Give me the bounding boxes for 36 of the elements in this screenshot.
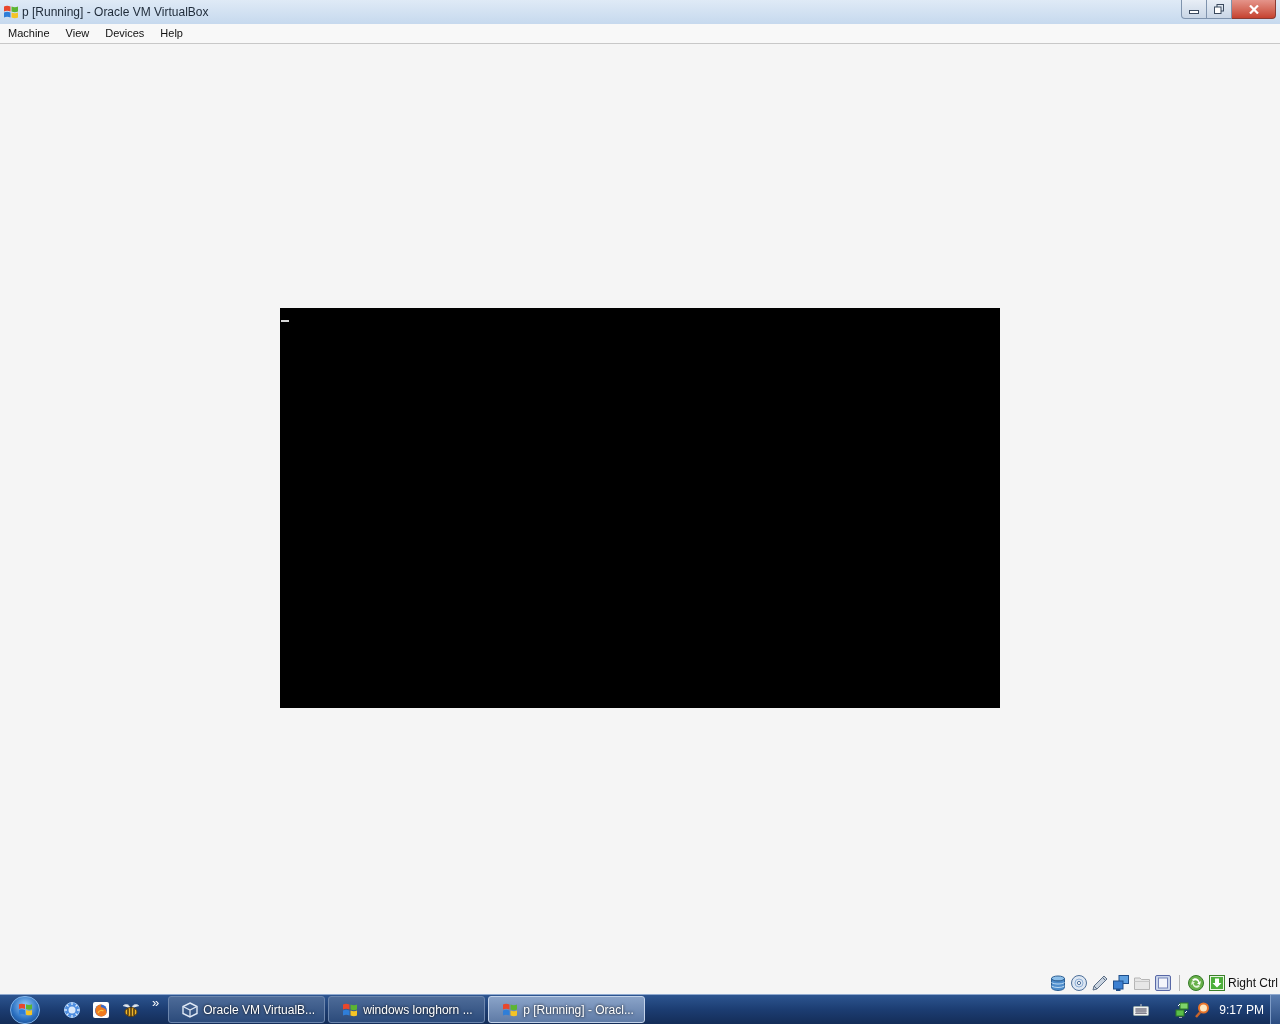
flag-icon <box>342 1001 359 1018</box>
magnifier-icon[interactable] <box>1195 1001 1210 1018</box>
network-icon[interactable] <box>1175 1001 1190 1018</box>
close-icon <box>1248 4 1259 14</box>
pencil-icon[interactable] <box>1092 975 1108 991</box>
menu-item[interactable]: Devices <box>97 24 153 43</box>
globe-icon[interactable] <box>93 1001 109 1018</box>
flag-icon <box>502 1001 519 1018</box>
taskbar-button[interactable]: windows longhorn ... <box>328 996 486 1023</box>
text-cursor <box>281 320 289 322</box>
menu-item[interactable]: View <box>57 24 98 43</box>
flag-icon <box>17 1002 33 1017</box>
menu-item[interactable]: Help <box>152 24 191 43</box>
close-button[interactable] <box>1232 0 1276 19</box>
optical-disc-icon[interactable] <box>1071 975 1087 991</box>
overflow-button[interactable]: » <box>152 996 160 1010</box>
bee-icon[interactable] <box>122 1001 140 1018</box>
restore-button[interactable] <box>1207 0 1232 19</box>
minimize-icon <box>1189 10 1199 14</box>
download-arrow-icon[interactable] <box>1209 975 1225 991</box>
refresh-globe-icon[interactable] <box>1188 975 1204 991</box>
clock[interactable]: 9:17 PM <box>1219 1000 1264 1019</box>
flag-icon <box>3 4 19 20</box>
window-title: p [Running] - Oracle VM VirtualBox <box>22 4 209 20</box>
menu-item[interactable]: Machine <box>0 24 58 43</box>
show-desktop-button[interactable] <box>1270 995 1280 1024</box>
gear-icon[interactable] <box>64 1001 80 1018</box>
host-key-label: Right Ctrl <box>1228 975 1278 992</box>
start-button[interactable] <box>10 995 40 1024</box>
taskbar-button[interactable]: Oracle VM VirtualB... <box>168 996 326 1023</box>
restore-icon <box>1214 4 1224 14</box>
cube-icon <box>182 1001 199 1018</box>
keyboard-icon[interactable] <box>1133 1003 1150 1016</box>
display-icon[interactable] <box>1155 975 1171 991</box>
network-icon[interactable] <box>1113 975 1129 991</box>
minimize-button[interactable] <box>1181 0 1207 19</box>
